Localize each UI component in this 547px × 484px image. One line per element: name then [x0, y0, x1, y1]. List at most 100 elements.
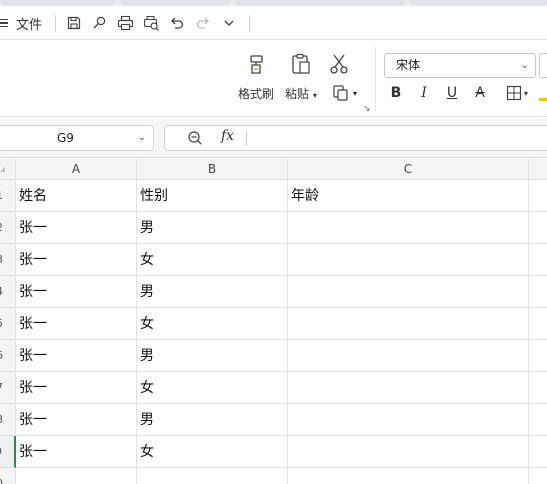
cell-c[interactable]	[288, 244, 529, 276]
cell-c[interactable]	[288, 340, 529, 372]
redo-icon[interactable]	[193, 13, 213, 33]
cell-a[interactable]: 张一	[16, 244, 137, 276]
strikethrough-icon[interactable]: A	[473, 83, 487, 103]
cell-b[interactable]: 男	[137, 212, 288, 244]
cell-d[interactable]	[529, 436, 547, 468]
borders-button[interactable]: ▾	[502, 83, 532, 103]
format-painter-button[interactable]: 格式刷	[238, 53, 274, 102]
cell-a[interactable]: 张一	[16, 340, 137, 372]
cell-a[interactable]: 张一	[16, 436, 137, 468]
row-header[interactable]: 5	[0, 308, 16, 340]
cell-d[interactable]	[529, 308, 547, 340]
ribbon-divider	[375, 47, 376, 111]
row-header[interactable]: 7	[0, 372, 16, 404]
print-preview-icon[interactable]	[141, 13, 161, 33]
cell-a[interactable]	[16, 468, 137, 484]
ribbon: 格式刷 粘贴 ▾ ▾ ↘ 宋体 ⌄	[0, 41, 547, 117]
row-number: 7	[0, 381, 3, 394]
save-icon[interactable]	[64, 13, 84, 33]
sheet-grid: A B C 1姓名性别年龄2张一男3张一女4张一男5张一女6张一男7张一女8张一…	[0, 159, 547, 484]
chevron-down-icon: ▾	[353, 88, 358, 98]
cut-button[interactable]	[329, 53, 349, 75]
cell-b[interactable]: 女	[137, 308, 288, 340]
column-header-a[interactable]: A	[16, 159, 137, 180]
font-family-select[interactable]: 宋体 ⌄	[384, 53, 536, 78]
cell-b[interactable]: 男	[137, 340, 288, 372]
cell-a[interactable]: 张一	[16, 404, 137, 436]
copy-button[interactable]: ▾	[332, 84, 357, 102]
cell-c[interactable]	[288, 404, 529, 436]
row-header[interactable]: 1	[0, 180, 16, 212]
chevron-down-icon: ⌄	[137, 132, 146, 143]
column-header-d[interactable]	[529, 159, 547, 180]
cell-a[interactable]: 张一	[16, 372, 137, 404]
bold-icon[interactable]: B	[389, 83, 403, 103]
row-header[interactable]: 4	[0, 276, 16, 308]
row-number: 9	[0, 445, 2, 458]
cell-c[interactable]: 年龄	[288, 180, 529, 212]
select-all-corner[interactable]	[0, 159, 16, 180]
undo-icon[interactable]	[167, 13, 187, 33]
cell-d[interactable]	[529, 212, 547, 244]
format-painter-label: 格式刷	[238, 87, 275, 101]
dialog-launcher-icon[interactable]: ↘	[363, 104, 371, 114]
fill-color-icon[interactable]	[539, 83, 547, 103]
cell-c[interactable]	[288, 212, 529, 244]
row-header[interactable]: 6	[0, 340, 16, 372]
column-header-b[interactable]: B	[137, 159, 288, 180]
chevron-down-icon: ▾	[523, 88, 528, 98]
cell-b[interactable]: 男	[137, 404, 288, 436]
cell-b[interactable]: 女	[137, 436, 288, 468]
formula-divider	[246, 131, 247, 146]
row-header[interactable]: 9	[0, 436, 16, 468]
file-menu[interactable]: 文件	[0, 14, 43, 33]
row-header[interactable]: 8	[0, 404, 16, 436]
cell-d[interactable]	[529, 372, 547, 404]
format-painter-icon	[250, 55, 263, 74]
cell-c[interactable]	[288, 308, 529, 340]
row-number: 10	[0, 477, 3, 484]
formula-input[interactable]: fx	[164, 125, 547, 151]
cell-b[interactable]	[137, 468, 288, 484]
cell-b[interactable]: 男	[137, 276, 288, 308]
scissors-icon	[330, 54, 348, 74]
print-icon[interactable]	[115, 13, 135, 33]
pin-icon[interactable]	[89, 13, 109, 33]
cell-b[interactable]: 性别	[137, 180, 288, 212]
cell-d[interactable]	[529, 340, 547, 372]
italic-icon[interactable]: I	[417, 83, 431, 103]
file-menu-label: 文件	[16, 17, 43, 33]
cell-d[interactable]	[529, 468, 547, 484]
paste-icon	[292, 53, 310, 74]
cell-b[interactable]: 女	[137, 372, 288, 404]
row-header[interactable]: 10	[0, 468, 16, 484]
cell-c[interactable]	[288, 372, 529, 404]
cell-c[interactable]	[288, 468, 529, 484]
underline-icon[interactable]: U	[445, 83, 459, 103]
row-header[interactable]: 3	[0, 244, 16, 276]
font-size-select[interactable]	[539, 53, 547, 78]
cell-a[interactable]: 姓名	[16, 180, 137, 212]
zoom-out-icon[interactable]	[187, 130, 203, 150]
cell-d[interactable]	[529, 276, 547, 308]
cell-d[interactable]	[529, 180, 547, 212]
row-number: 2	[0, 221, 3, 234]
cell-c[interactable]	[288, 276, 529, 308]
cell-c[interactable]	[288, 436, 529, 468]
cell-d[interactable]	[529, 404, 547, 436]
copy-icon	[333, 85, 348, 101]
quick-access-toolbar: 文件	[0, 6, 547, 40]
paste-button[interactable]: 粘贴 ▾	[285, 53, 317, 102]
cell-b[interactable]: 女	[137, 244, 288, 276]
row-number: 4	[0, 285, 3, 298]
cell-a[interactable]: 张一	[16, 308, 137, 340]
cell-a[interactable]: 张一	[16, 212, 137, 244]
column-header-c[interactable]: C	[288, 159, 529, 180]
borders-icon	[506, 85, 522, 101]
name-box[interactable]: G9 ⌄	[0, 125, 154, 151]
chevron-down-icon[interactable]	[219, 13, 239, 33]
cell-d[interactable]	[529, 244, 547, 276]
row-header[interactable]: 2	[0, 212, 16, 244]
cell-a[interactable]: 张一	[16, 276, 137, 308]
function-icon[interactable]: fx	[221, 128, 234, 144]
